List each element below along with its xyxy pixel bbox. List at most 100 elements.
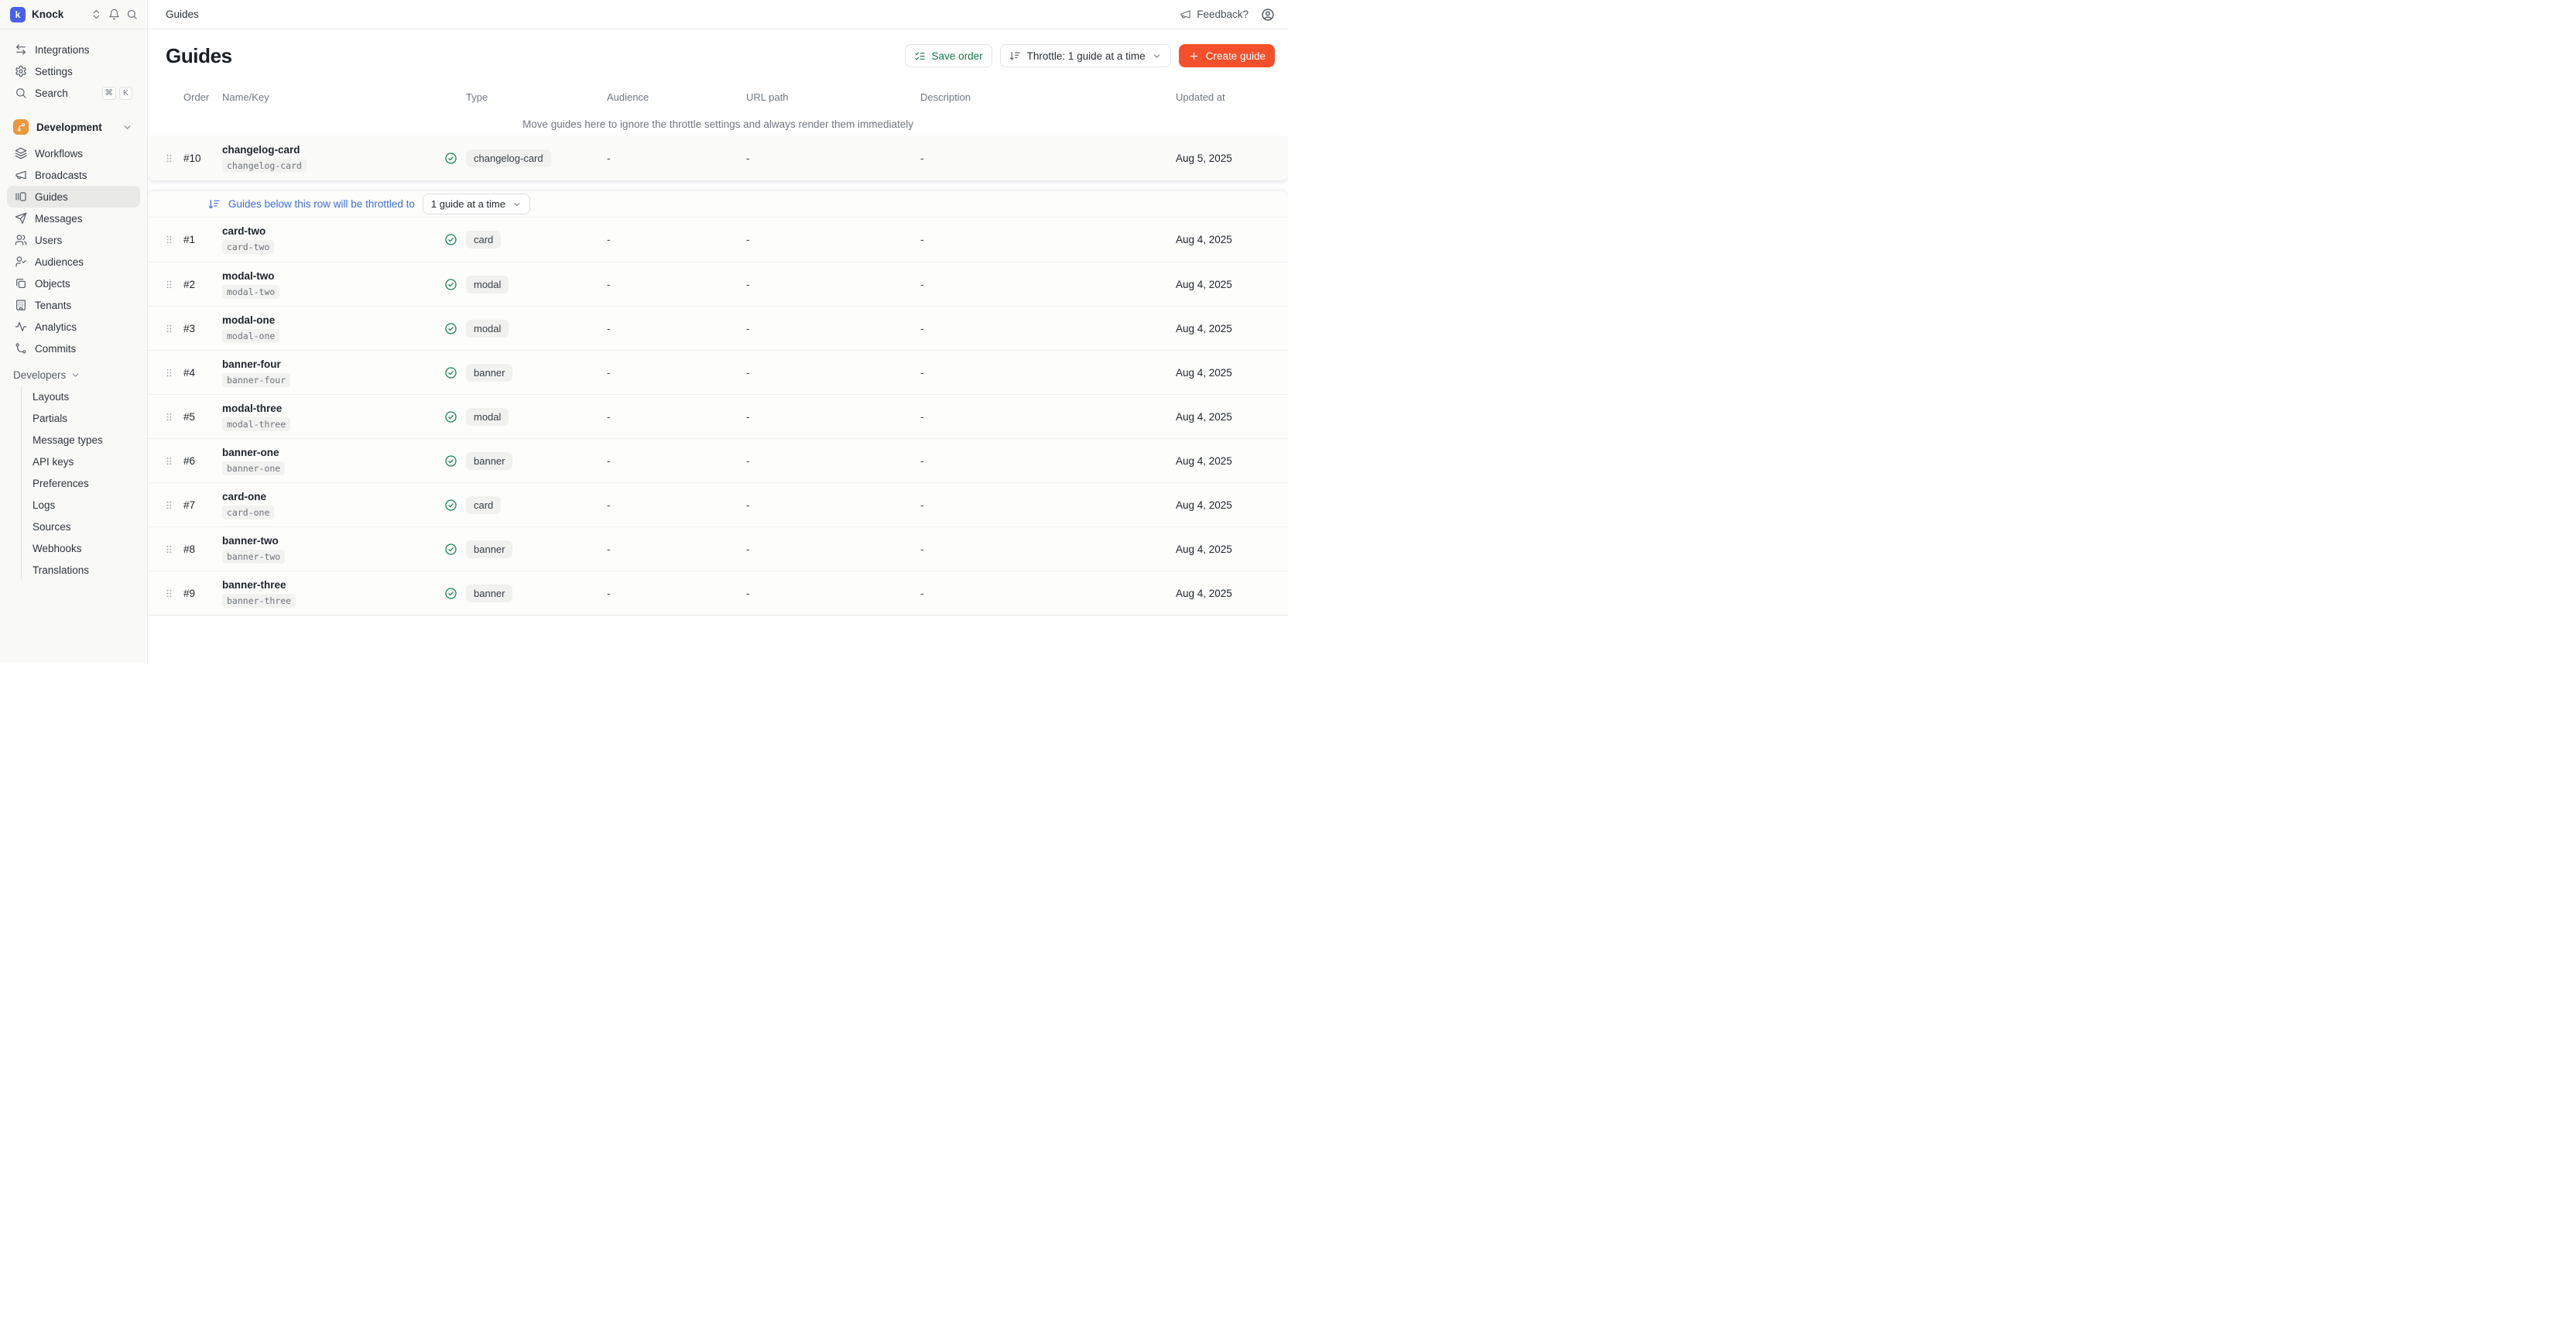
guide-row[interactable]: #7 card-one card-one card - - - Aug 4, 2…: [148, 482, 1288, 526]
status-check-icon: [444, 410, 457, 423]
sidebar-item-label: Tenants: [35, 300, 71, 311]
sidebar-item-analytics[interactable]: Analytics: [7, 316, 140, 338]
user-check-icon: [15, 255, 27, 268]
guide-order: #3: [179, 323, 222, 334]
environment-switcher[interactable]: Development: [7, 116, 140, 138]
sidebar-item-tenants[interactable]: Tenants: [7, 294, 140, 316]
list-checks-icon: [914, 50, 926, 62]
status-check-icon: [444, 152, 457, 165]
search-icon[interactable]: [126, 9, 138, 20]
sort-desc-icon: [208, 198, 221, 211]
drag-handle-icon[interactable]: [159, 323, 179, 334]
bell-icon[interactable]: [108, 9, 120, 20]
guide-updated-at: Aug 4, 2025: [1176, 323, 1288, 334]
drag-handle-icon[interactable]: [159, 588, 179, 599]
guide-description: -: [920, 455, 1176, 467]
drag-handle-icon[interactable]: [159, 279, 179, 290]
sidebar-item-partials[interactable]: Partials: [22, 407, 147, 429]
search-icon: [15, 87, 27, 99]
save-order-button[interactable]: Save order: [905, 44, 992, 67]
status-check-icon: [444, 278, 457, 291]
account-menu-button[interactable]: [1261, 8, 1275, 22]
sidebar-item-workflows[interactable]: Workflows: [7, 142, 140, 164]
guide-audience: -: [607, 367, 746, 379]
drag-handle-icon[interactable]: [159, 543, 179, 555]
guide-row[interactable]: #6 banner-one banner-one banner - - - Au…: [148, 438, 1288, 482]
guide-updated-at: Aug 4, 2025: [1176, 499, 1288, 511]
guide-updated-at: Aug 4, 2025: [1176, 234, 1288, 245]
sidebar-item-api-keys[interactable]: API keys: [22, 451, 147, 472]
guide-url-path: -: [746, 234, 920, 245]
drag-handle-icon[interactable]: [159, 367, 179, 379]
guide-order: #1: [179, 234, 222, 245]
guide-order: #6: [179, 455, 222, 467]
guide-row[interactable]: #10 changelog-card changelog-card change…: [148, 136, 1288, 180]
drag-handle-icon[interactable]: [159, 234, 179, 245]
sidebar-item-messages[interactable]: Messages: [7, 207, 140, 229]
chevron-down-icon: [122, 122, 132, 132]
sidebar-item-audiences[interactable]: Audiences: [7, 251, 140, 273]
sidebar-item-broadcasts[interactable]: Broadcasts: [7, 164, 140, 186]
workspace-switcher[interactable]: k Knock: [0, 0, 147, 29]
developers-label: Developers: [13, 369, 66, 381]
workspace-name: Knock: [32, 9, 63, 20]
guide-row[interactable]: #5 modal-three modal-three modal - - - A…: [148, 394, 1288, 438]
sidebar-item-logs[interactable]: Logs: [22, 494, 147, 516]
guide-description: -: [920, 588, 1176, 599]
sidebar-top-nav: IntegrationsSettingsSearch⌘K: [0, 29, 147, 104]
sidebar-item-search[interactable]: Search⌘K: [7, 82, 140, 104]
guide-row[interactable]: #8 banner-two banner-two banner - - - Au…: [148, 526, 1288, 571]
chevron-down-icon: [70, 370, 80, 380]
sidebar-item-label: Analytics: [35, 321, 77, 333]
sidebar-env-nav: Workflows BroadcastsGuidesMessages Users Au…: [0, 138, 147, 359]
sidebar-item-objects[interactable]: Objects: [7, 273, 140, 294]
guide-type-cell: card: [444, 231, 607, 249]
guide-description: -: [920, 543, 1176, 555]
sidebar-item-translations[interactable]: Translations: [22, 559, 147, 581]
chevrons-up-down-icon[interactable]: [91, 9, 102, 20]
developers-section-toggle[interactable]: Developers: [7, 364, 140, 386]
guide-order: #7: [179, 499, 222, 511]
sidebar-item-preferences[interactable]: Preferences: [22, 472, 147, 494]
drag-handle-icon[interactable]: [159, 499, 179, 511]
guide-name: banner-four: [222, 358, 281, 370]
guide-type-cell: banner: [444, 452, 607, 470]
drag-handle-icon[interactable]: [159, 455, 179, 467]
guide-row[interactable]: #1 card-two card-two card - - - Aug 4, 2…: [148, 218, 1288, 262]
send-icon: [15, 212, 27, 225]
guide-type-cell: modal: [444, 320, 607, 338]
chevron-down-icon: [1152, 51, 1162, 61]
guide-row[interactable]: #2 modal-two modal-two modal - - - Aug 4…: [148, 262, 1288, 306]
status-check-icon: [444, 587, 457, 600]
guide-type-badge: banner: [466, 452, 512, 470]
guide-row[interactable]: #9 banner-three banner-three banner - - …: [148, 571, 1288, 615]
sidebar-item-settings[interactable]: Settings: [7, 60, 140, 82]
guide-row[interactable]: #3 modal-one modal-one modal - - - Aug 4…: [148, 306, 1288, 350]
guide-row[interactable]: #4 banner-four banner-four banner - - - …: [148, 350, 1288, 394]
sidebar-developers-nav: LayoutsPartialsMessage typesAPI keysPref…: [21, 386, 147, 581]
drag-handle-icon[interactable]: [159, 153, 179, 164]
sidebar-item-sources[interactable]: Sources: [22, 516, 147, 537]
sidebar-item-label: Workflows: [35, 148, 83, 159]
feedback-button[interactable]: Feedback?: [1180, 9, 1249, 20]
sidebar-item-message-types[interactable]: Message types: [22, 429, 147, 451]
keyboard-shortcut: ⌘K: [102, 87, 133, 100]
user-circle-icon: [1261, 8, 1275, 22]
sidebar-item-integrations[interactable]: Integrations: [7, 39, 140, 60]
sidebar-item-webhooks[interactable]: Webhooks: [22, 537, 147, 559]
create-guide-button[interactable]: Create guide: [1179, 44, 1275, 67]
sidebar-item-guides[interactable]: Guides: [7, 186, 140, 207]
throttle-dropdown-button[interactable]: Throttle: 1 guide at a time: [1000, 44, 1171, 67]
guide-key: banner-four: [222, 373, 290, 387]
sidebar-item-label: Users: [35, 235, 62, 246]
sidebar-item-commits[interactable]: Commits: [7, 338, 140, 359]
drag-handle-icon[interactable]: [159, 411, 179, 423]
sidebar-item-label: Objects: [35, 278, 70, 290]
status-check-icon: [444, 233, 457, 246]
environment-label: Development: [36, 122, 102, 133]
guide-name-key-cell: banner-one banner-one: [222, 447, 444, 475]
sidebar-item-users[interactable]: Users: [7, 229, 140, 251]
sidebar-item-layouts[interactable]: Layouts: [22, 386, 147, 407]
guide-name: modal-three: [222, 403, 282, 414]
throttle-amount-select[interactable]: 1 guide at a time: [423, 194, 530, 214]
